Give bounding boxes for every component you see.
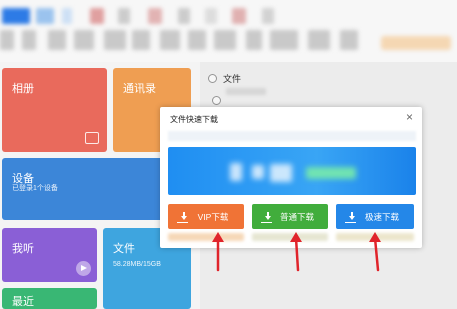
devices-status: 已登录1个设备 (12, 185, 58, 192)
listen-tile[interactable]: 我听 (2, 228, 97, 282)
normal-download-button[interactable]: 普通下载 (252, 204, 328, 229)
top-header (0, 0, 457, 62)
vip-download-label: VIP下载 (197, 211, 229, 222)
browser-tabs-blurred (0, 8, 457, 26)
photos-tile[interactable]: 相册 (2, 68, 107, 152)
normal-download-label: 普通下载 (279, 211, 314, 222)
fast-download-label: 极速下载 (364, 211, 399, 222)
blurred-info (168, 131, 416, 141)
storage-usage: 58.28MB/15GB (113, 261, 161, 268)
dialog-title: 文件快速下载 (170, 115, 218, 124)
vip-download-button[interactable]: VIP下载 (168, 204, 244, 229)
recent-label: 最近 (12, 296, 34, 308)
close-icon[interactable]: × (406, 111, 413, 123)
photos-label: 相册 (12, 83, 34, 95)
recent-tile[interactable]: 最近 (2, 288, 97, 309)
blurred-caption (168, 233, 244, 241)
files-label: 文件 (113, 243, 135, 255)
blurred-caption (252, 233, 328, 241)
image-icon (85, 132, 99, 144)
fast-download-button[interactable]: 极速下载 (336, 204, 414, 229)
quick-download-dialog: 文件快速下载 × VIP下载 普通下载 极速下载 (160, 107, 422, 248)
listen-label: 我听 (12, 243, 34, 255)
contacts-label: 通讯录 (123, 83, 156, 95)
play-icon[interactable] (76, 261, 91, 276)
promo-banner[interactable] (168, 147, 416, 195)
header-button-blurred[interactable] (381, 36, 451, 50)
blurred-caption (336, 233, 414, 241)
